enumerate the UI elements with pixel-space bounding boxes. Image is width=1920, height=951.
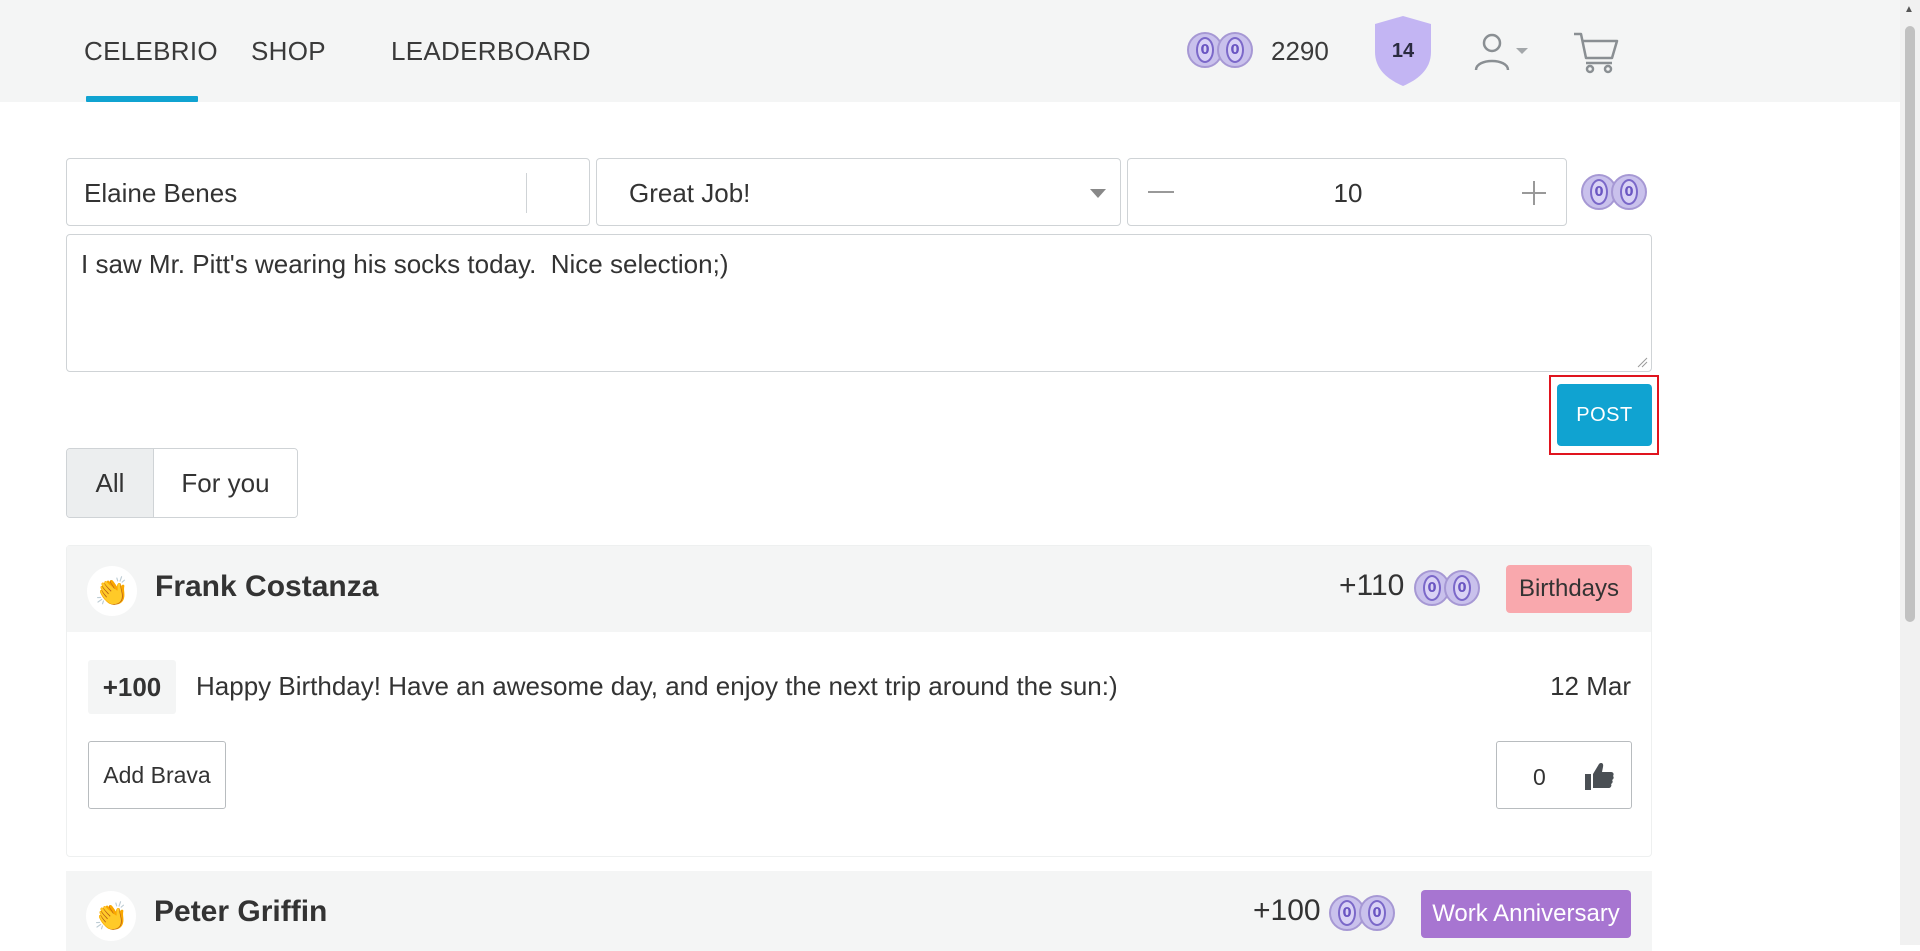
feed-card: 👏 Frank Costanza +110 0 0 Birthdays +100… [66, 545, 1652, 857]
entry-date: 12 Mar [1550, 671, 1631, 701]
add-brava-button[interactable]: Add Brava [88, 741, 226, 809]
recipient-name[interactable]: Peter Griffin [154, 895, 327, 929]
active-tab-indicator [86, 96, 198, 102]
nav-link-leaderboard[interactable]: LEADERBOARD [391, 36, 591, 67]
recipient-select[interactable]: Elaine Benes [66, 158, 631, 226]
caret-down-icon [1090, 189, 1106, 198]
chevron-down-icon [1516, 48, 1528, 54]
user-icon [1474, 33, 1528, 71]
scroll-up-arrow[interactable]: ▲ [1904, 4, 1914, 15]
amount-value[interactable]: 10 [1128, 178, 1568, 209]
category-badge: Work Anniversary [1421, 890, 1631, 938]
post-button[interactable]: POST [1557, 384, 1652, 446]
amount-stepper[interactable]: 10 [1127, 158, 1567, 226]
coin-balance: 2290 [1271, 36, 1329, 66]
thumbs-up-icon [1585, 763, 1614, 790]
nav-link-celebrio[interactable]: CELEBRIO [84, 36, 218, 67]
brava-type-select[interactable]: Great Job! [596, 158, 1121, 226]
cart-icon[interactable] [1572, 30, 1620, 74]
clapping-hands-icon: 👏 [86, 891, 136, 941]
resize-grip-icon[interactable] [1636, 356, 1648, 368]
clapping-hands-icon: 👏 [87, 566, 137, 616]
scroll-thumb[interactable] [1905, 26, 1915, 622]
recipient-name[interactable]: Frank Costanza [155, 570, 378, 604]
coin-icon: 0 0 [1329, 895, 1401, 931]
message-textarea[interactable]: I saw Mr. Pitt's wearing his socks today… [66, 234, 1652, 372]
plus-icon-vertical[interactable] [1533, 181, 1535, 205]
feed-card-header: 👏 Peter Griffin +100 0 0 Work Anniversar… [66, 871, 1652, 951]
select-divider [526, 173, 527, 213]
user-menu[interactable] [1472, 32, 1532, 72]
entry-message: Happy Birthday! Have an awesome day, and… [196, 671, 1118, 701]
feed-card-header: 👏 Frank Costanza +110 0 0 Birthdays [67, 546, 1651, 632]
tab-all[interactable]: All [67, 449, 154, 517]
feed-filter-tabs: All For you [66, 448, 298, 518]
coin-icon: 0 0 [1581, 174, 1653, 210]
coin-icon: 0 0 [1414, 570, 1486, 606]
tab-for-you[interactable]: For you [154, 449, 297, 517]
like-count: 0 [1533, 764, 1546, 790]
points-total: +110 [1339, 569, 1405, 602]
points-total: +100 [1253, 894, 1321, 927]
top-navbar: CELEBRIO SHOP LEADERBOARD 0 0 2290 14 [0, 0, 1900, 102]
coin-icon: 0 0 [1187, 32, 1259, 68]
like-button[interactable]: 0 [1496, 741, 1632, 809]
nav-link-shop[interactable]: SHOP [251, 36, 326, 67]
entry-amount: +100 [88, 660, 176, 714]
recipient-value: Elaine Benes [84, 178, 238, 208]
brava-type-value: Great Job! [629, 178, 751, 208]
feed-card: 👏 Peter Griffin +100 0 0 Work Anniversar… [66, 871, 1652, 951]
level-number: 14 [1391, 40, 1415, 62]
category-badge: Birthdays [1506, 565, 1632, 613]
